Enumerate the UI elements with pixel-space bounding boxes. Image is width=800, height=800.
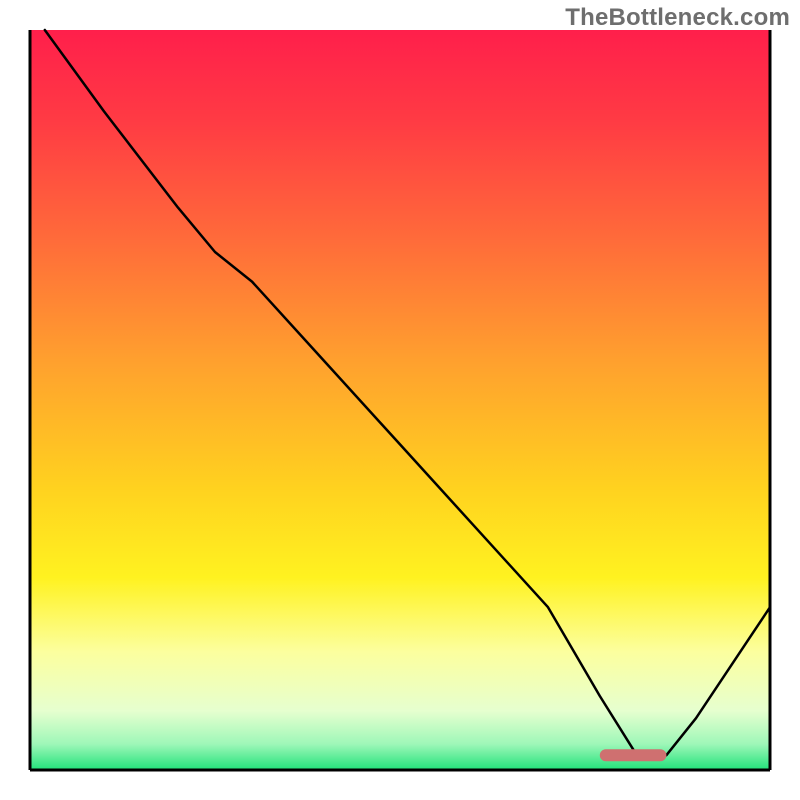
optimal-range-marker: [600, 749, 667, 761]
bottleneck-chart: [0, 0, 800, 800]
chart-stage: TheBottleneck.com: [0, 0, 800, 800]
plot-area: [30, 30, 770, 770]
watermark-text: TheBottleneck.com: [565, 4, 790, 32]
